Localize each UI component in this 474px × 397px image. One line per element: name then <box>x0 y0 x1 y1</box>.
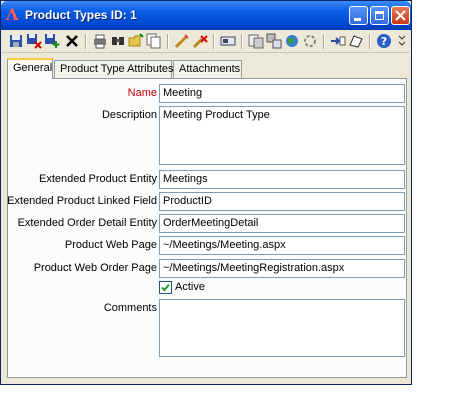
delete-icon[interactable] <box>64 33 80 49</box>
find-icon[interactable] <box>110 33 126 49</box>
web-icon[interactable] <box>284 33 300 49</box>
help-icon[interactable]: ? <box>376 33 392 49</box>
extended-product-entity-field[interactable]: Meetings <box>159 170 405 189</box>
product-web-order-page-label: Product Web Order Page <box>33 262 157 274</box>
product-web-page-label: Product Web Page <box>64 239 157 251</box>
link-icon[interactable] <box>266 33 282 49</box>
window-title: Product Types ID: 1 <box>25 8 137 22</box>
toolbar-separator <box>369 34 371 49</box>
attach-icon[interactable] <box>330 33 346 49</box>
minimize-button[interactable] <box>349 6 368 25</box>
description-field[interactable]: Meeting Product Type <box>159 106 405 165</box>
extended-product-linked-field-label: Extended Product Linked Field <box>7 195 157 207</box>
extended-product-entity-label: Extended Product Entity <box>38 173 157 185</box>
comments-label: Comments <box>103 302 157 314</box>
toolbar-separator <box>213 34 215 49</box>
app-logo-icon: Λ <box>6 5 19 24</box>
active-label: Active <box>175 281 205 293</box>
form-icon[interactable] <box>220 33 236 49</box>
name-field[interactable]: Meeting <box>159 84 405 103</box>
description-label: Description <box>101 109 157 121</box>
note-icon[interactable] <box>348 33 364 49</box>
product-types-window: Λ Product Types ID: 1 ? General Product … <box>0 0 412 385</box>
close-button[interactable] <box>391 6 410 25</box>
report-icon[interactable] <box>248 33 264 49</box>
toolbar: ? <box>2 31 410 53</box>
tab-general[interactable]: General <box>7 58 53 79</box>
product-web-order-page-field[interactable]: ~/Meetings/MeetingRegistration.aspx <box>159 259 405 278</box>
name-label: Name <box>127 87 157 99</box>
spell-check-icon[interactable] <box>174 33 190 49</box>
active-checkbox[interactable] <box>159 281 172 294</box>
copy-icon[interactable] <box>146 33 162 49</box>
title-bar[interactable]: Λ Product Types ID: 1 <box>1 1 411 30</box>
refresh-icon[interactable] <box>302 33 318 49</box>
open-folder-icon[interactable] <box>128 33 144 49</box>
save-icon[interactable] <box>8 33 24 49</box>
save-new-icon[interactable] <box>44 33 60 49</box>
extended-product-linked-field-input[interactable]: ProductID <box>159 192 405 211</box>
comments-field[interactable] <box>159 299 405 357</box>
product-web-page-field[interactable]: ~/Meetings/Meeting.aspx <box>159 236 405 255</box>
toolbar-separator <box>167 34 169 49</box>
toolbar-overflow-icon[interactable] <box>398 33 406 49</box>
toolbar-separator <box>85 34 87 49</box>
extended-order-detail-entity-field[interactable]: OrderMeetingDetail <box>159 214 405 233</box>
extended-order-detail-entity-label: Extended Order Detail Entity <box>17 217 157 229</box>
maximize-button[interactable] <box>370 6 389 25</box>
tab-attachments[interactable]: Attachments <box>173 60 242 78</box>
clear-icon[interactable] <box>192 33 208 49</box>
toolbar-separator <box>323 34 325 49</box>
save-close-icon[interactable] <box>26 33 42 49</box>
print-icon[interactable] <box>92 33 108 49</box>
tab-product-type-attributes[interactable]: Product Type Attributes <box>54 60 174 78</box>
toolbar-separator <box>241 34 243 49</box>
checkmark-icon <box>161 283 170 292</box>
svg-text:?: ? <box>381 35 387 48</box>
